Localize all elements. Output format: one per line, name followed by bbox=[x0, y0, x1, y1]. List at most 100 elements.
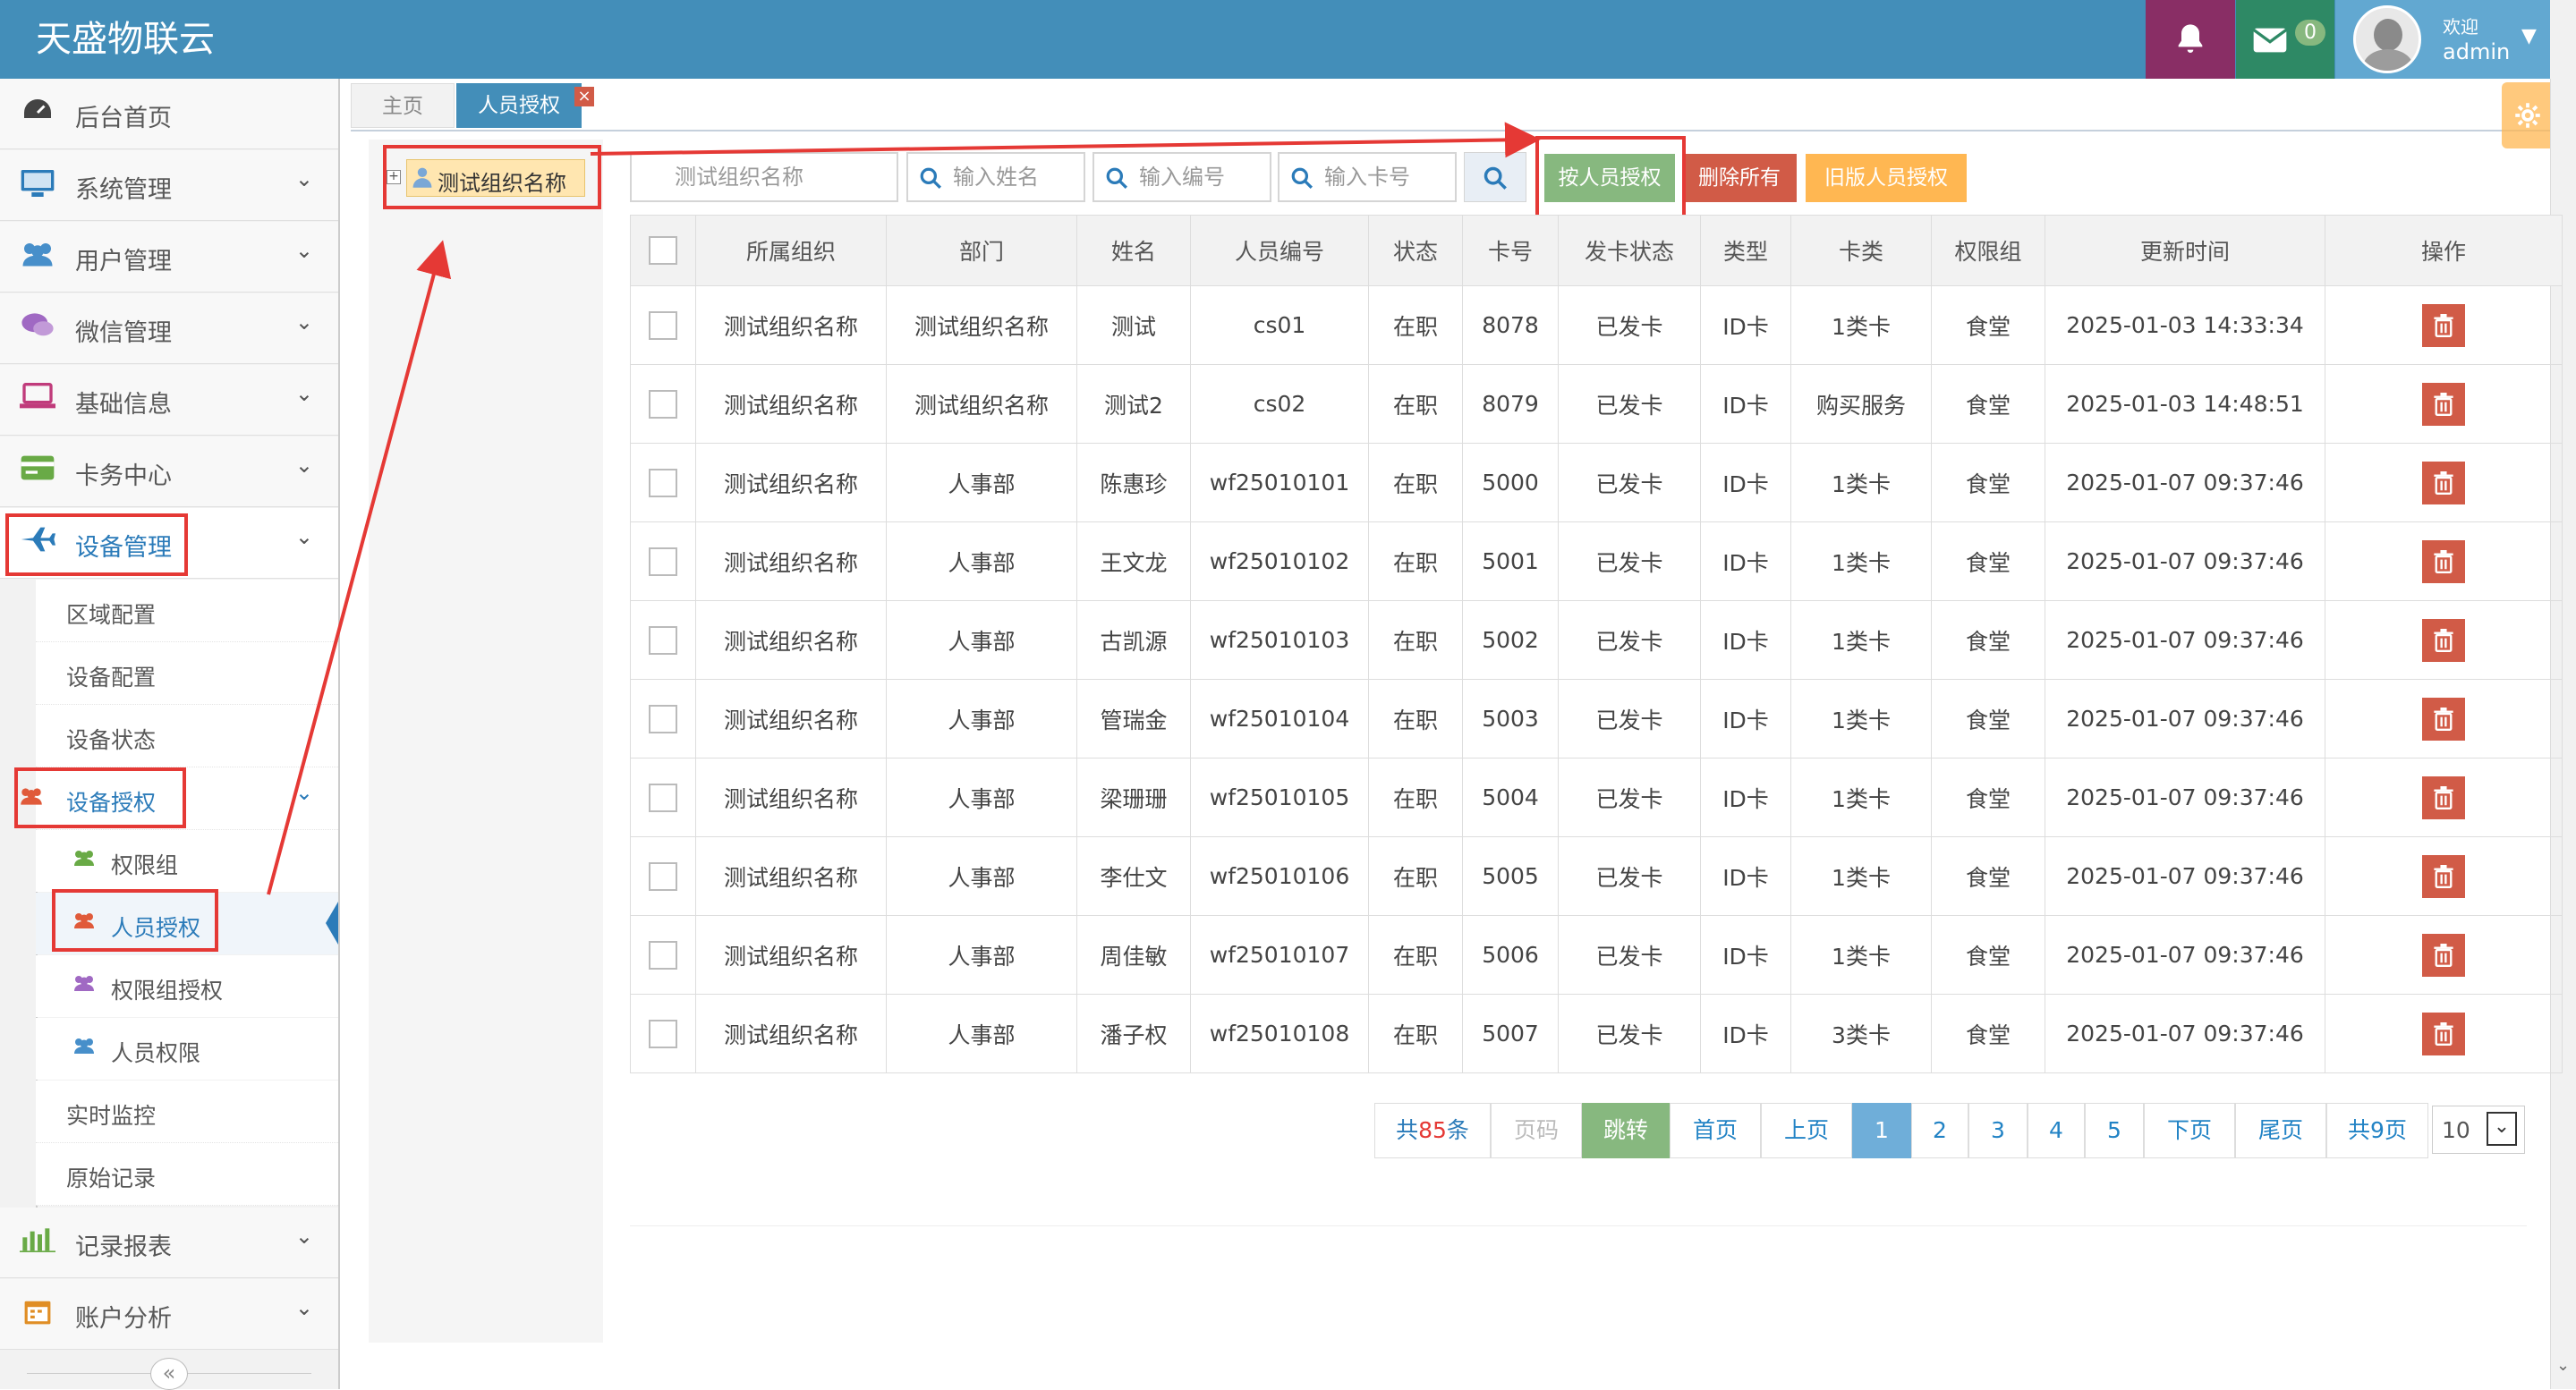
column-header[interactable]: 所属组织 bbox=[695, 215, 887, 286]
table-row[interactable]: 测试组织名称 人事部 王文龙 wf25010102 在职 5001 已发卡 ID卡 1类卡 食堂 2… bbox=[630, 521, 2563, 601]
pager-jump-button[interactable]: 跳转 bbox=[1582, 1103, 1670, 1158]
table-row[interactable]: 测试组织名称 测试组织名称 测试2 cs02 在职 8079 已发卡 ID卡 购买服务 食堂 202… bbox=[630, 364, 2563, 444]
row-checkbox[interactable] bbox=[649, 468, 677, 497]
pager-page-2[interactable]: 2 bbox=[1911, 1103, 1968, 1158]
pager-page-5[interactable]: 5 bbox=[2085, 1103, 2144, 1158]
row-checkbox[interactable] bbox=[649, 547, 677, 576]
pager-next-button[interactable]: 下页 bbox=[2144, 1103, 2235, 1158]
card-search-input[interactable]: 输入卡号 bbox=[1278, 152, 1457, 202]
tab-home[interactable]: 主页 bbox=[351, 83, 455, 128]
trash-icon[interactable] bbox=[2422, 303, 2465, 347]
sidebar-item-device-config[interactable]: 设备配置 bbox=[36, 642, 338, 705]
sidebar-collapse-button[interactable]: « bbox=[150, 1358, 188, 1390]
row-select-cell[interactable] bbox=[630, 443, 696, 522]
tab-close-icon[interactable]: × bbox=[574, 87, 594, 106]
table-row[interactable]: 测试组织名称 测试组织名称 测试 cs01 在职 8078 已发卡 ID卡 1类卡 食堂 2025-… bbox=[630, 285, 2563, 365]
notifications-button[interactable] bbox=[2146, 0, 2235, 79]
column-header[interactable]: 卡类 bbox=[1790, 215, 1932, 286]
trash-icon[interactable] bbox=[2422, 382, 2465, 426]
row-checkbox[interactable] bbox=[649, 625, 677, 655]
pager-last-button[interactable]: 尾页 bbox=[2235, 1103, 2326, 1158]
sidebar-item-group-authorization[interactable]: 权限组授权 bbox=[36, 955, 338, 1017]
column-header[interactable]: 更新时间 bbox=[2045, 215, 2325, 286]
trash-icon[interactable] bbox=[2422, 933, 2465, 977]
scroll-down-arrow-icon[interactable]: ⌄ bbox=[2556, 1356, 2570, 1375]
table-row[interactable]: 测试组织名称 人事部 梁珊珊 wf25010105 在职 5004 已发卡 ID卡 1类卡 食堂 2… bbox=[630, 758, 2563, 837]
column-header[interactable]: 卡号 bbox=[1462, 215, 1559, 286]
table-row[interactable]: 测试组织名称 人事部 李仕文 wf25010106 在职 5005 已发卡 ID卡 1类卡 食堂 2… bbox=[630, 836, 2563, 916]
row-select-cell[interactable] bbox=[630, 364, 696, 444]
sidebar-item-card-center[interactable]: 卡务中心 ⌄ bbox=[0, 436, 338, 507]
row-select-cell[interactable] bbox=[630, 679, 696, 759]
pager-first-button[interactable]: 首页 bbox=[1670, 1103, 1761, 1158]
row-select-cell[interactable] bbox=[630, 758, 696, 837]
sidebar-item-permission-group[interactable]: 权限组 bbox=[36, 830, 338, 892]
messages-button[interactable]: 0 bbox=[2236, 0, 2334, 79]
row-select-cell[interactable] bbox=[630, 285, 696, 365]
table-row[interactable]: 测试组织名称 人事部 潘子权 wf25010108 在职 5007 已发卡 ID卡 3类卡 食堂 2… bbox=[630, 994, 2563, 1073]
sidebar-item-area-config[interactable]: 区域配置 bbox=[36, 580, 338, 642]
row-checkbox[interactable] bbox=[649, 783, 677, 812]
row-checkbox[interactable] bbox=[649, 1019, 677, 1048]
row-checkbox[interactable] bbox=[649, 861, 677, 891]
sidebar-item-home[interactable]: 后台首页 bbox=[0, 79, 338, 149]
sidebar-item-system[interactable]: 系统管理 ⌄ bbox=[0, 150, 338, 221]
sidebar-item-device-status[interactable]: 设备状态 bbox=[36, 705, 338, 767]
user-menu[interactable]: 欢迎 admin ▼ bbox=[2335, 0, 2550, 79]
scrollbar-track[interactable] bbox=[2550, 0, 2576, 79]
column-header[interactable]: 类型 bbox=[1700, 215, 1791, 286]
trash-icon[interactable] bbox=[2422, 618, 2465, 662]
column-header[interactable]: 部门 bbox=[886, 215, 1077, 286]
search-button[interactable] bbox=[1464, 152, 1526, 202]
table-row[interactable]: 测试组织名称 人事部 管瑞金 wf25010104 在职 5003 已发卡 ID卡 1类卡 食堂 2… bbox=[630, 679, 2563, 759]
old-person-authorization-button[interactable]: 旧版人员授权 bbox=[1806, 154, 1967, 202]
settings-icon[interactable] bbox=[2502, 82, 2550, 148]
sidebar-item-record-reports[interactable]: 记录报表 ⌄ bbox=[0, 1208, 338, 1278]
table-row[interactable]: 测试组织名称 人事部 古凯源 wf25010103 在职 5002 已发卡 ID卡 1类卡 食堂 2… bbox=[630, 600, 2563, 680]
name-search-input[interactable]: 输入姓名 bbox=[906, 152, 1085, 202]
delete-all-button[interactable]: 删除所有 bbox=[1682, 154, 1797, 202]
table-cell: 人事部 bbox=[886, 679, 1077, 759]
tab-person-authorization[interactable]: 人员授权 bbox=[456, 83, 582, 128]
select-all-checkbox[interactable] bbox=[649, 236, 677, 265]
sidebar-item-account-analysis[interactable]: 账户分析 ⌄ bbox=[0, 1279, 338, 1350]
trash-icon[interactable] bbox=[2422, 776, 2465, 819]
row-checkbox[interactable] bbox=[649, 310, 677, 340]
column-header[interactable]: 人员编号 bbox=[1190, 215, 1369, 286]
pager-page-3[interactable]: 3 bbox=[1968, 1103, 2028, 1158]
trash-icon[interactable] bbox=[2422, 461, 2465, 504]
row-select-cell[interactable] bbox=[630, 994, 696, 1073]
pager-page-4[interactable]: 4 bbox=[2028, 1103, 2085, 1158]
sidebar-item-users[interactable]: 用户管理 ⌄ bbox=[0, 222, 338, 292]
row-select-cell[interactable] bbox=[630, 521, 696, 601]
sidebar-item-wechat[interactable]: 微信管理 ⌄ bbox=[0, 293, 338, 364]
org-select-input[interactable]: 测试组织名称 bbox=[630, 152, 898, 202]
row-checkbox[interactable] bbox=[649, 940, 677, 970]
row-checkbox[interactable] bbox=[649, 704, 677, 733]
page-number-input[interactable]: 页码 bbox=[1491, 1103, 1582, 1158]
pager-prev-button[interactable]: 上页 bbox=[1761, 1103, 1852, 1158]
table-row[interactable]: 测试组织名称 人事部 周佳敏 wf25010107 在职 5006 已发卡 ID卡 1类卡 食堂 2… bbox=[630, 915, 2563, 995]
column-header[interactable]: 发卡状态 bbox=[1558, 215, 1701, 286]
row-select-cell[interactable] bbox=[630, 600, 696, 680]
sidebar-item-person-permissions[interactable]: 人员权限 bbox=[36, 1018, 338, 1080]
table-row[interactable]: 测试组织名称 人事部 陈惠珍 wf25010101 在职 5000 已发卡 ID卡 1类卡 食堂 2… bbox=[630, 443, 2563, 522]
row-select-cell[interactable] bbox=[630, 915, 696, 995]
sidebar-item-realtime-monitor[interactable]: 实时监控 bbox=[36, 1081, 338, 1143]
select-all-header[interactable] bbox=[630, 215, 696, 286]
trash-icon[interactable] bbox=[2422, 854, 2465, 898]
trash-icon[interactable] bbox=[2422, 1012, 2465, 1055]
trash-icon[interactable] bbox=[2422, 697, 2465, 741]
sidebar-item-basic-info[interactable]: 基础信息 ⌄ bbox=[0, 365, 338, 436]
pager-page-1[interactable]: 1 bbox=[1852, 1103, 1911, 1158]
table-cell: 食堂 bbox=[1931, 443, 2045, 522]
column-header[interactable]: 权限组 bbox=[1931, 215, 2045, 286]
page-size-select[interactable]: 10 ⌄ bbox=[2432, 1106, 2525, 1154]
code-search-input[interactable]: 输入编号 bbox=[1092, 152, 1271, 202]
row-select-cell[interactable] bbox=[630, 836, 696, 916]
row-checkbox[interactable] bbox=[649, 389, 677, 419]
column-header[interactable]: 姓名 bbox=[1076, 215, 1191, 286]
sidebar-item-raw-records[interactable]: 原始记录 bbox=[36, 1143, 338, 1206]
trash-icon[interactable] bbox=[2422, 539, 2465, 583]
column-header[interactable]: 状态 bbox=[1368, 215, 1463, 286]
